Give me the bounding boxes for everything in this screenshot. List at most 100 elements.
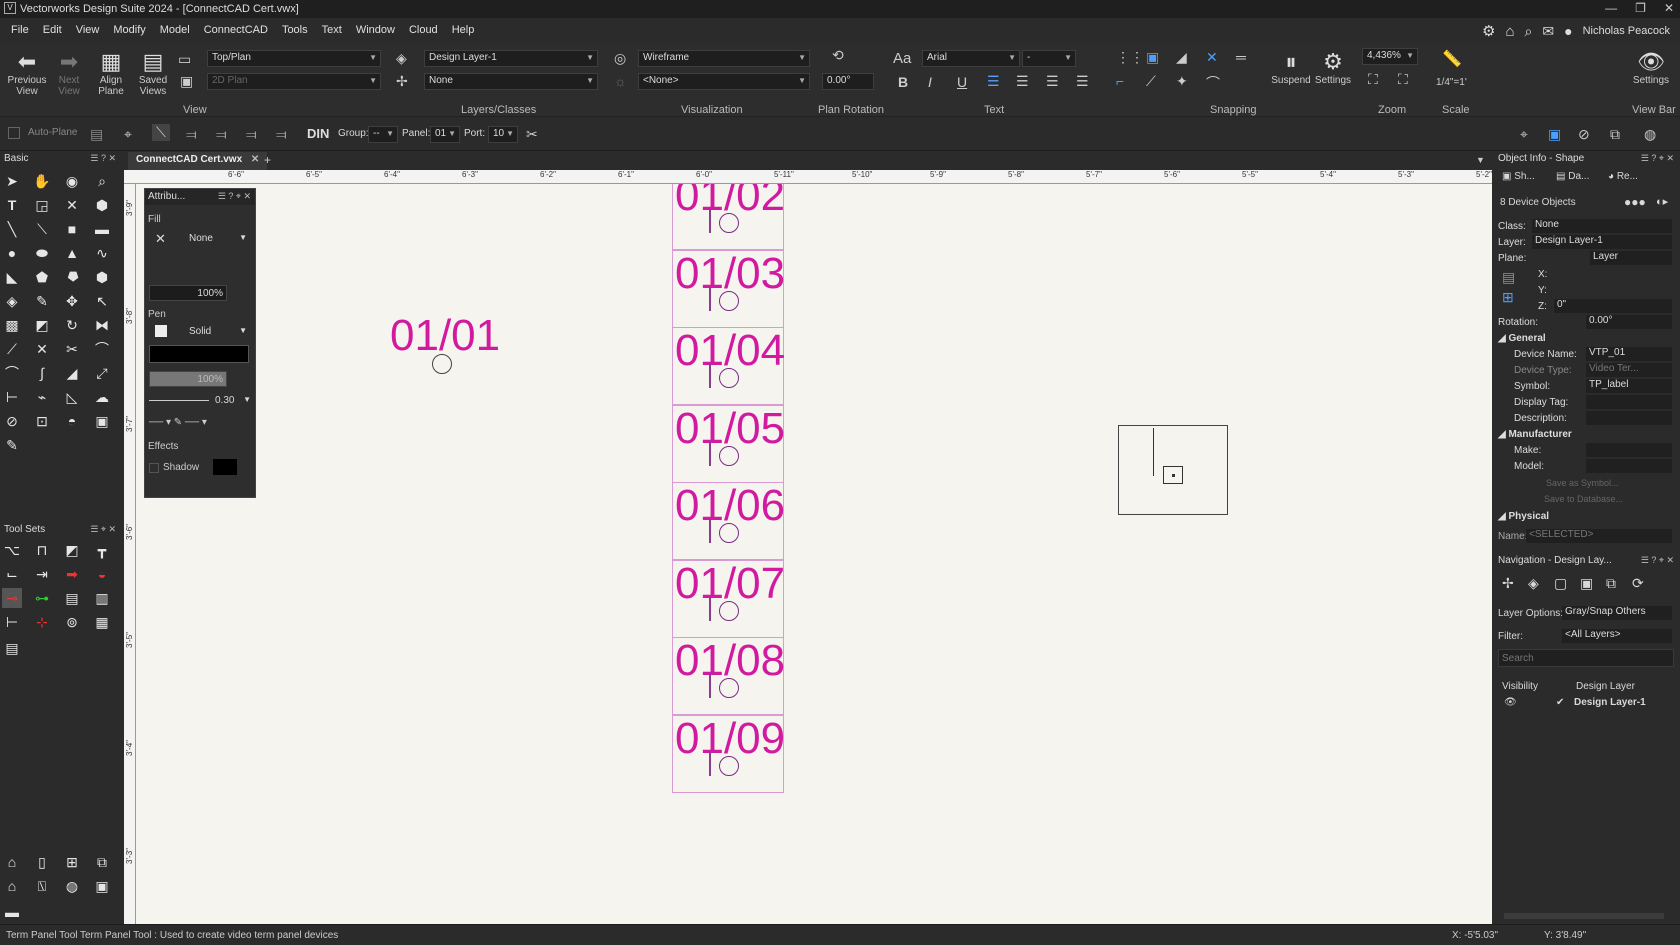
double-line-tool-icon[interactable]: ⟍ — [32, 219, 52, 239]
term-panel-device[interactable]: 01/08 — [672, 637, 785, 715]
align-plane-button[interactable]: ▦ Align Plane — [90, 49, 132, 97]
rounded-rect-tool-icon[interactable]: ▬ — [92, 219, 112, 239]
oval-tool-icon[interactable]: ⬬ — [32, 243, 52, 263]
device-type-select[interactable]: Video Ter... — [1586, 363, 1672, 377]
port-select[interactable]: 10 ▼ — [488, 126, 518, 143]
eye-icon[interactable]: 👁 — [1504, 697, 1517, 708]
revision-cloud-tool-icon[interactable]: ☁ — [92, 387, 112, 407]
scale-value[interactable]: 1/4"=1' — [1436, 77, 1467, 88]
model-field[interactable] — [1586, 459, 1672, 473]
position-origin-icon[interactable]: ⊞ — [1502, 289, 1514, 306]
vertical-ruler[interactable]: 3'-9" 3'-8" 3'-7" 3'-6" 3'-5" 3'-4" 3'-3" — [124, 184, 136, 924]
justify-icon[interactable]: ☰ — [1076, 73, 1089, 90]
underline-icon[interactable]: U — [957, 74, 967, 90]
name-field[interactable]: <SELECTED> — [1526, 529, 1672, 543]
physical-section[interactable]: ◢ Physical — [1498, 511, 1549, 522]
polygon-tool-icon[interactable]: ⯂ — [62, 267, 82, 287]
close-icon[interactable]: ✕ — [1664, 1, 1674, 15]
snap-edge-icon[interactable]: ⟋ — [1146, 73, 1156, 90]
plan-rotation-icon[interactable]: ⟲ — [832, 47, 844, 64]
set-building-icon[interactable]: ▯ — [32, 852, 52, 872]
snap-smart-icon[interactable]: ⌒ — [1206, 73, 1220, 93]
design-layer-column-header[interactable]: Design Layer — [1576, 681, 1635, 692]
align-left-icon[interactable]: ☰ — [987, 73, 1000, 90]
chamfer-tool-icon[interactable]: ◺ — [62, 387, 82, 407]
cable-path-icon[interactable]: ⌙ — [2, 564, 22, 584]
make-field[interactable] — [1586, 443, 1672, 457]
new-tab-icon[interactable]: + — [264, 153, 271, 167]
filter-select[interactable]: <All Layers> — [1562, 629, 1672, 643]
nav-layers-icon[interactable]: ◈ — [1528, 575, 1539, 592]
freehand-tool-icon[interactable]: ∿ — [92, 243, 112, 263]
snap-object-icon[interactable]: ▣ — [1146, 49, 1159, 66]
term-panel-device[interactable]: 01/07 — [672, 559, 785, 638]
rectangle-tool-icon[interactable]: ■ — [62, 219, 82, 239]
device-builder-icon[interactable]: ◩ — [62, 540, 82, 560]
preferences-icon[interactable]: ✂ — [526, 126, 538, 143]
spiral-tool-icon[interactable]: ◈ — [2, 291, 22, 311]
term-panel-device[interactable]: 01/05 — [672, 404, 785, 483]
menu-help[interactable]: Help — [445, 21, 482, 39]
fill-opacity-field[interactable]: 100% — [149, 285, 227, 301]
pen-color-bar[interactable] — [149, 345, 249, 363]
tab-dropdown-icon[interactable]: ▼ — [1476, 155, 1485, 165]
viewport-tool-icon[interactable]: ▣ — [92, 411, 112, 431]
reports-icon[interactable]: ⊹ — [32, 612, 52, 632]
snap-settings-button[interactable]: ⚙ Settings — [1312, 49, 1354, 86]
pen-color-swatch[interactable] — [155, 325, 167, 337]
arc-tool-icon[interactable]: ⌒ — [2, 363, 22, 383]
tab-data[interactable]: ▤ Da... — [1556, 171, 1589, 182]
menu-view[interactable]: View — [69, 21, 107, 39]
tab-close-icon[interactable]: ✕ — [251, 154, 259, 165]
search-icon[interactable]: ⌕ — [1525, 23, 1533, 40]
offset-tool-icon[interactable]: ◩ — [32, 315, 52, 335]
worksheet-icon[interactable]: ▤ — [2, 638, 22, 658]
render-select[interactable]: 2D Plan ▼ — [207, 73, 381, 90]
pan-tool-icon[interactable]: ✋ — [32, 171, 52, 191]
tape-measure-tool-icon[interactable]: ⤢ — [92, 363, 112, 383]
ruler-icon[interactable]: 📏 — [1442, 49, 1462, 69]
visibility-column-header[interactable]: Visibility — [1502, 681, 1538, 692]
eyedropper-tool-icon[interactable]: ✎ — [32, 291, 52, 311]
set-site-icon[interactable]: ⌂ — [2, 876, 22, 896]
socket-tool-icon[interactable]: ⊓ — [32, 540, 52, 560]
user-icon[interactable]: ● — [1564, 23, 1572, 39]
mail-icon[interactable]: ✉ — [1542, 23, 1554, 40]
tab-shape[interactable]: ▣ Sh... — [1502, 171, 1535, 182]
set-connectcad-icon[interactable]: ▬ — [2, 902, 22, 922]
rack-tool-icon[interactable]: ▥ — [92, 588, 112, 608]
set-landscape-icon[interactable]: ⍂ — [32, 876, 52, 896]
nav-classes-icon[interactable]: ✢ — [1502, 575, 1514, 592]
rotation-field[interactable]: 0.00° — [1586, 315, 1672, 329]
navigation-search-input[interactable] — [1498, 649, 1674, 667]
save-as-symbol-button[interactable]: Save as Symbol... — [1546, 478, 1619, 488]
display-tag-field[interactable] — [1586, 395, 1672, 409]
term-panel-device[interactable]: 01/02 — [672, 184, 785, 250]
saved-views-button[interactable]: ▤ Saved Views — [132, 49, 174, 97]
protractor-tool-icon[interactable]: ⊘ — [2, 411, 22, 431]
previous-view-button[interactable]: ⬅ Previous View — [6, 49, 48, 97]
constrained-dim-tool-icon[interactable]: ⊢ — [2, 387, 22, 407]
text-tool-icon[interactable]: T — [2, 195, 22, 215]
schematic-icon[interactable]: ▦ — [92, 612, 112, 632]
circuit-tool-icon[interactable]: ⌥ — [2, 540, 22, 560]
set-architect-icon[interactable]: ⌂ — [2, 852, 22, 872]
shadow-color-swatch[interactable] — [213, 459, 237, 475]
plane-select[interactable]: Layer — [1590, 251, 1672, 265]
palette-menu-icon[interactable]: ☰ ? ✕ — [90, 153, 116, 164]
fillet-tool-icon[interactable]: ⟋ — [2, 339, 22, 359]
next-view-button[interactable]: ➡ Next View — [48, 49, 90, 97]
split-tool-icon[interactable]: ✂ — [62, 339, 82, 359]
polyline-tool-icon[interactable]: ⬟ — [32, 267, 52, 287]
vantage-tool-icon[interactable]: ◓ — [62, 411, 82, 431]
more-options-icon[interactable]: ●●● — [1624, 195, 1646, 209]
signal-path-icon[interactable]: ⊚ — [62, 612, 82, 632]
line-type-icon[interactable]: ── ▾ ✎ ── ▾ — [149, 417, 207, 428]
mode-line-icon[interactable]: ⟍ — [152, 124, 170, 141]
rotation-input[interactable]: 0.00° — [822, 73, 874, 90]
wall-tool-icon[interactable]: ◢ — [62, 363, 82, 383]
attributes-controls-icon[interactable]: ☰ ? ⌖ ✕ — [218, 191, 251, 202]
term-panel-device-stack[interactable]: 01/02 01/03 01/04 01/05 01/06 01/07 01/08 01/09 — [136, 184, 1492, 924]
bezier-tool-icon[interactable]: ∫ — [32, 363, 52, 383]
regular-polygon-tool-icon[interactable]: ⬢ — [92, 267, 112, 287]
